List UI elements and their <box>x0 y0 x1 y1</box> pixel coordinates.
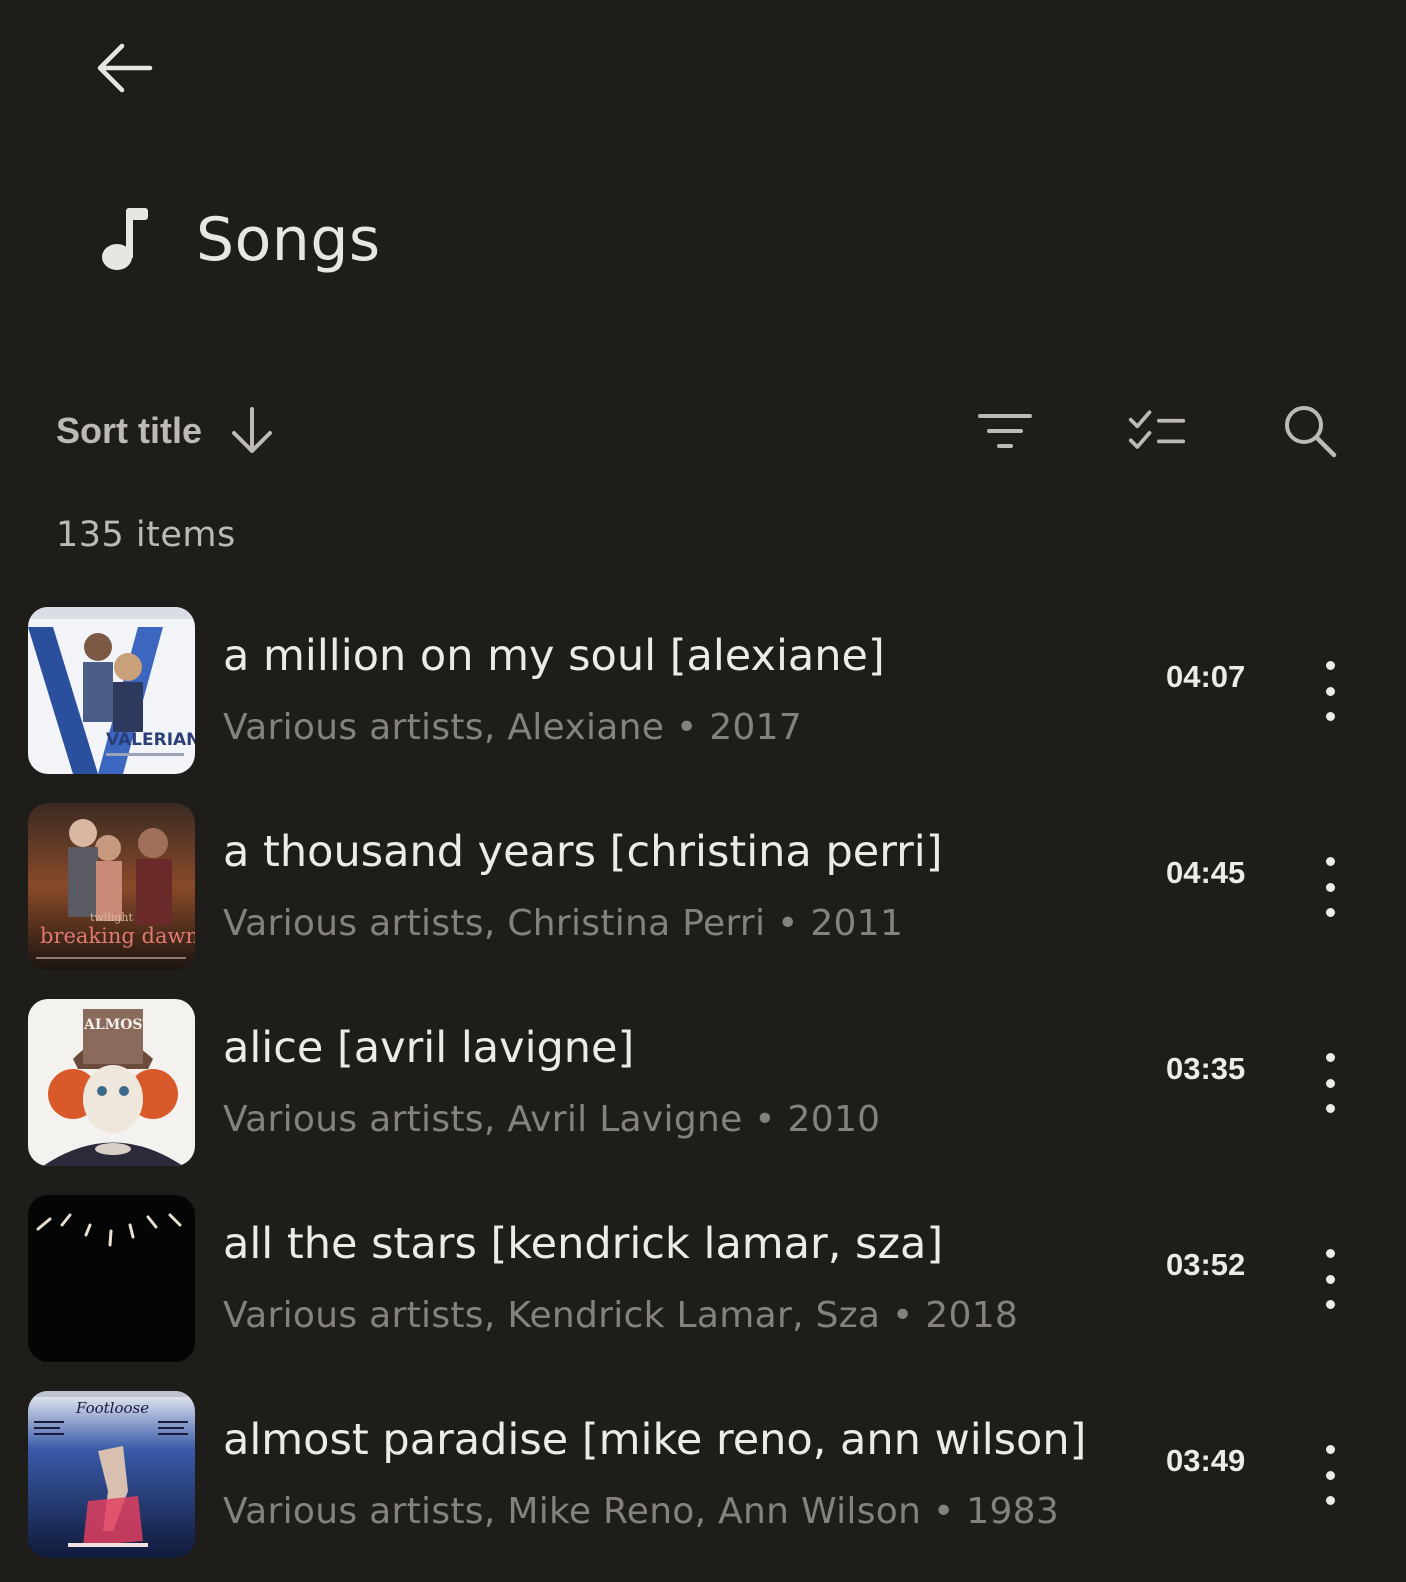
item-count: 135 items <box>56 515 236 555</box>
song-title: a million on my soul [alexiane] <box>223 631 885 681</box>
song-row[interactable]: Footloose almost paradise [mike reno, an… <box>0 1391 1406 1582</box>
song-row[interactable]: ALMOST ALICE alice [avril lavigne] Vario… <box>0 999 1406 1195</box>
song-title: a thousand years [christina perri] <box>223 827 943 877</box>
arrow-left-icon <box>97 43 153 93</box>
checklist-icon <box>1128 410 1186 449</box>
music-note-icon <box>102 208 148 270</box>
more-options-button[interactable] <box>1306 655 1354 727</box>
album-art: VALERIAN <box>28 607 195 774</box>
song-subtitle: Various artists, Alexiane • 2017 <box>223 707 803 748</box>
song-title: almost paradise [mike reno, ann wilson] <box>223 1415 1087 1465</box>
album-art-text: breaking dawn <box>40 924 195 948</box>
song-duration: 03:35 <box>1166 1051 1246 1086</box>
song-title: all the stars [kendrick lamar, sza] <box>223 1219 944 1269</box>
more-options-button[interactable] <box>1306 851 1354 923</box>
song-title: alice [avril lavigne] <box>223 1023 635 1073</box>
toolbar: Sort title <box>0 395 1406 467</box>
filter-icon <box>978 414 1032 448</box>
song-subtitle: Various artists, Christina Perri • 2011 <box>223 903 904 944</box>
sort-label: Sort title <box>56 410 203 451</box>
song-duration: 03:49 <box>1166 1443 1246 1478</box>
album-art-text: Footloose <box>75 1399 149 1417</box>
album-art: twilight breaking dawn <box>28 803 195 970</box>
more-options-button[interactable] <box>1306 1047 1354 1119</box>
song-duration: 04:07 <box>1166 659 1246 694</box>
search-button[interactable] <box>1280 401 1340 461</box>
album-art-text: VALERIAN <box>106 730 195 750</box>
song-list: VALERIAN a million on my soul [alexiane]… <box>0 607 1406 1582</box>
search-icon <box>1285 406 1337 458</box>
page-header: Songs <box>98 200 381 280</box>
more-options-button[interactable] <box>1306 1439 1354 1511</box>
song-subtitle: Various artists, Mike Reno, Ann Wilson •… <box>223 1491 1060 1532</box>
more-vertical-icon <box>1325 661 1335 670</box>
page-title: Songs <box>196 205 381 275</box>
filter-button[interactable] <box>975 401 1035 461</box>
album-art-text: ALMOST ALICE <box>83 1017 195 1033</box>
song-row[interactable]: twilight breaking dawn a thousand years … <box>0 803 1406 999</box>
arrow-down-icon <box>232 407 273 453</box>
album-art <box>28 1195 195 1362</box>
more-vertical-icon <box>1325 1445 1335 1454</box>
song-subtitle: Various artists, Avril Lavigne • 2010 <box>223 1099 881 1140</box>
songs-screen: Songs Sort title 135 items VALERIAN a mi… <box>0 0 1406 1582</box>
song-duration: 04:45 <box>1166 855 1246 890</box>
back-button[interactable] <box>86 30 162 106</box>
song-subtitle: Various artists, Kendrick Lamar, Sza • 2… <box>223 1295 1019 1336</box>
more-vertical-icon <box>1325 857 1335 866</box>
album-art: ALMOST ALICE <box>28 999 195 1166</box>
song-row[interactable]: VALERIAN a million on my soul [alexiane]… <box>0 607 1406 803</box>
song-duration: 03:52 <box>1166 1247 1246 1282</box>
album-art-text: twilight <box>90 911 134 924</box>
more-vertical-icon <box>1325 1053 1335 1062</box>
song-row[interactable]: all the stars [kendrick lamar, sza] Vari… <box>0 1195 1406 1391</box>
sort-button[interactable]: Sort title <box>56 395 278 467</box>
more-vertical-icon <box>1325 1249 1335 1258</box>
more-options-button[interactable] <box>1306 1243 1354 1315</box>
select-button[interactable] <box>1127 401 1187 461</box>
album-art: Footloose <box>28 1391 195 1558</box>
